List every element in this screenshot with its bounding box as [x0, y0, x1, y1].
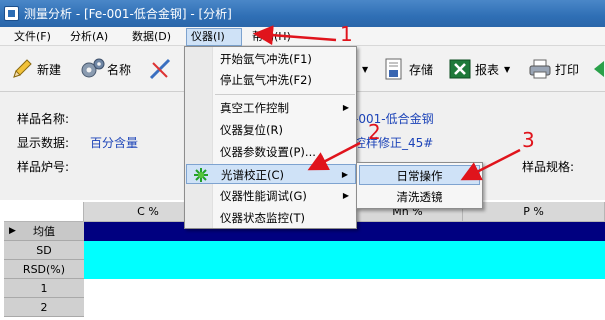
correction-value: 控样修正_45# [354, 136, 434, 150]
name-button[interactable]: 名称 [80, 55, 131, 83]
submenu-item-daily-operation[interactable]: 日常操作 [359, 165, 480, 185]
sample-name-value: -001-低合金钢 [354, 112, 434, 126]
row-header-1[interactable]: 1 [4, 279, 84, 298]
dropdown-arrow-button[interactable]: ▼ [360, 55, 368, 83]
menu-item-vacuum-control-label: 真空工作控制 [220, 101, 289, 115]
sample-name-label: 样品名称: [17, 112, 70, 126]
menu-help[interactable]: 帮助(H) [248, 29, 295, 45]
save-button-label: 存储 [409, 62, 434, 77]
data-rows-area[interactable] [84, 279, 605, 320]
calibration-submenu: 日常操作 清洗透镜 [356, 162, 483, 209]
chevron-down-icon: ▼ [362, 64, 369, 74]
submenu-arrow-icon: ▶ [342, 191, 349, 200]
name-button-label: 名称 [107, 62, 132, 77]
grid-corner [4, 202, 84, 222]
app-icon [4, 6, 19, 21]
ruler-icon [148, 57, 172, 81]
annotation-step-3: 3 [522, 128, 535, 152]
row-header-mean-label: 均值 [33, 225, 55, 238]
menu-item-instrument-reset[interactable]: 仪器复位(R) [186, 120, 356, 140]
measure-button[interactable] [148, 55, 172, 83]
window-title: 测量分析 - [Fe-001-低合金钢] - [分析] [24, 7, 232, 21]
chevron-down-icon: ▼ [504, 64, 511, 74]
instrument-dropdown-menu: 开始氩气冲洗(F1) 停止氩气冲洗(F2) 真空工作控制 ▶ 仪器复位(R) 仪… [184, 46, 357, 229]
menu-analysis[interactable]: 分析(A) [66, 29, 112, 45]
menu-bar: 文件(F) 分析(A) 数据(D) 仪器(I) 帮助(H) [0, 27, 605, 46]
display-data-label: 显示数据: [17, 136, 70, 150]
menu-item-parameter-settings[interactable]: 仪器参数设置(P)... [186, 142, 356, 162]
new-button[interactable]: 新建 [10, 55, 61, 83]
menu-data[interactable]: 数据(D) [128, 29, 175, 45]
current-row-marker: ▶ [9, 226, 16, 236]
submenu-arrow-icon: ▶ [341, 170, 348, 179]
spec-label: 样品规格: [522, 160, 575, 174]
annotation-step-2: 2 [368, 120, 381, 144]
annotation-step-1: 1 [340, 22, 353, 46]
menu-item-status-monitor[interactable]: 仪器状态监控(T) [186, 208, 356, 228]
report-button[interactable]: 报表 ▼ [448, 55, 510, 83]
print-button-label: 打印 [555, 62, 580, 77]
row-header-2[interactable]: 2 [4, 298, 84, 317]
menu-item-stop-argon-flush[interactable]: 停止氩气冲洗(F2) [186, 70, 356, 90]
arrow-icon [592, 57, 605, 81]
stats-row-band[interactable] [84, 241, 605, 279]
print-button[interactable]: 打印 [528, 55, 579, 83]
menu-instrument[interactable]: 仪器(I) [186, 28, 242, 46]
document-save-icon [382, 57, 406, 81]
row-header-sd[interactable]: SD [4, 241, 84, 260]
excel-icon [448, 57, 472, 81]
report-button-label: 报表 [475, 62, 500, 77]
save-button[interactable]: 存储 [382, 55, 433, 83]
menu-separator [215, 94, 355, 95]
column-header-p[interactable]: P % [463, 202, 605, 222]
menu-item-performance-tuning[interactable]: 仪器性能调试(G) ▶ [186, 186, 356, 206]
title-bar: 测量分析 - [Fe-001-低合金钢] - [分析] [0, 0, 605, 27]
submenu-item-clean-lens[interactable]: 清洗透镜 [359, 187, 480, 207]
menu-item-performance-tuning-label: 仪器性能调试(G) [220, 189, 307, 203]
exit-button[interactable] [592, 55, 605, 83]
gears-icon [80, 57, 105, 81]
submenu-arrow-icon: ▶ [342, 103, 349, 112]
menu-item-vacuum-control[interactable]: 真空工作控制 ▶ [186, 98, 356, 118]
heat-no-label: 样品炉号: [17, 160, 70, 174]
row-header-mean[interactable]: ▶ 均值 [4, 222, 84, 241]
row-header-rsd[interactable]: RSD(%) [4, 260, 84, 279]
pencil-icon [10, 57, 34, 81]
menu-item-start-argon-flush[interactable]: 开始氩气冲洗(F1) [186, 49, 356, 69]
display-data-value: 百分含量 [90, 136, 139, 150]
new-button-label: 新建 [37, 62, 62, 77]
menu-item-spectral-calibration[interactable]: 光谱校正(C) ▶ [186, 164, 356, 184]
menu-file[interactable]: 文件(F) [10, 29, 55, 45]
printer-icon [528, 57, 552, 81]
menu-item-spectral-calibration-label: 光谱校正(C) [221, 168, 285, 182]
